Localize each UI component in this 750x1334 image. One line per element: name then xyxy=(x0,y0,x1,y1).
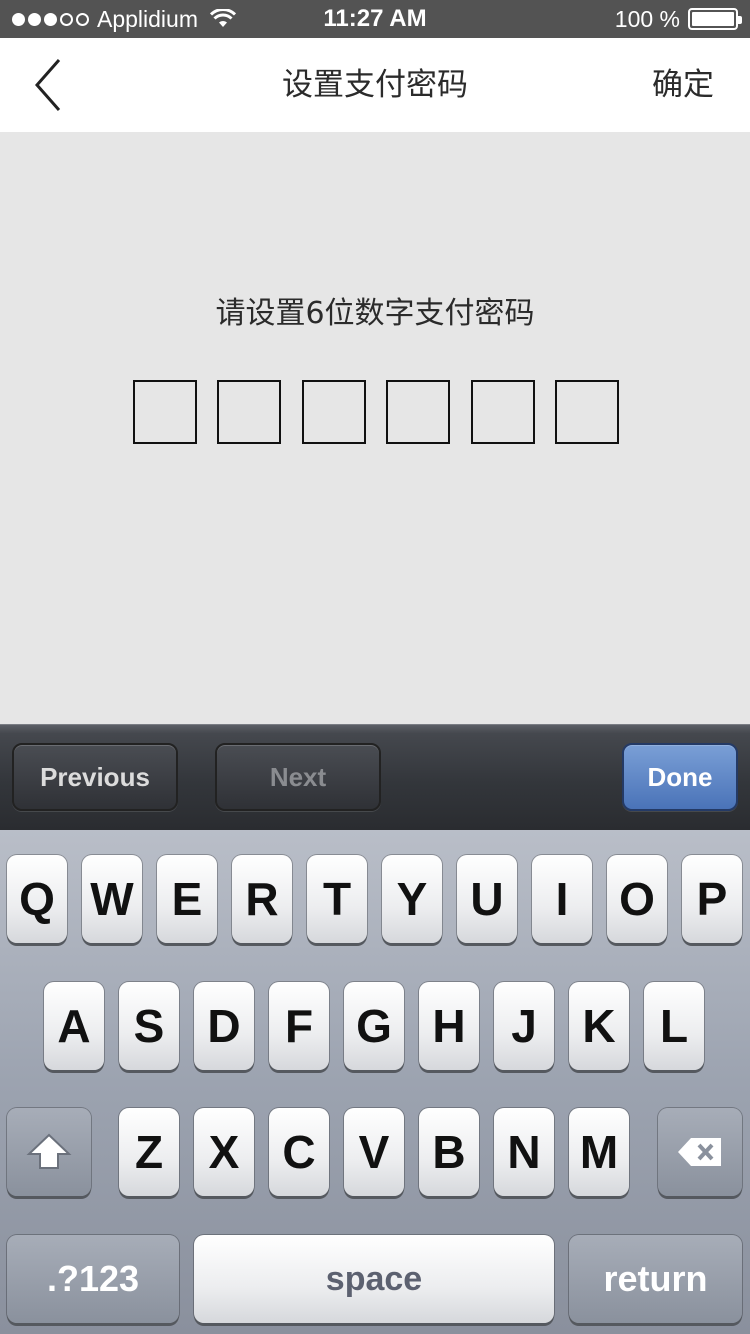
key-l[interactable]: L xyxy=(644,982,704,1070)
return-key[interactable]: return xyxy=(569,1235,742,1323)
battery-percent: 100 % xyxy=(614,5,680,32)
keyboard: Q W E R T Y U I O P A S D F G H J K L Z … xyxy=(0,830,750,1334)
key-g[interactable]: G xyxy=(344,982,404,1070)
carrier-name: Applidium xyxy=(97,5,198,32)
backspace-key[interactable] xyxy=(658,1108,742,1196)
key-d[interactable]: D xyxy=(194,982,254,1070)
battery-icon xyxy=(688,8,742,30)
shift-key[interactable] xyxy=(7,1108,91,1196)
key-p[interactable]: P xyxy=(682,855,742,943)
status-left: Applidium xyxy=(12,0,236,38)
password-prompt: 请设置6位数字支付密码 xyxy=(215,296,535,331)
key-u[interactable]: U xyxy=(457,855,517,943)
done-button[interactable]: Done xyxy=(622,743,738,811)
numbers-key[interactable]: .?123 xyxy=(7,1235,179,1323)
key-v[interactable]: V xyxy=(344,1108,404,1196)
keyboard-toolbar: Previous Next Done xyxy=(0,724,750,830)
key-x[interactable]: X xyxy=(194,1108,254,1196)
pin-digit-box[interactable] xyxy=(471,380,535,444)
pin-digit-box[interactable] xyxy=(555,380,619,444)
key-z[interactable]: Z xyxy=(119,1108,179,1196)
signal-strength-icon xyxy=(12,12,89,26)
page-title: 设置支付密码 xyxy=(282,67,468,103)
key-k[interactable]: K xyxy=(569,982,629,1070)
key-m[interactable]: M xyxy=(569,1108,629,1196)
key-r[interactable]: R xyxy=(232,855,292,943)
confirm-button[interactable]: 确定 xyxy=(652,38,714,132)
pin-input-group[interactable] xyxy=(133,380,619,444)
back-button[interactable] xyxy=(18,52,78,118)
key-a[interactable]: A xyxy=(44,982,104,1070)
next-button[interactable]: Next xyxy=(215,743,381,811)
previous-button[interactable]: Previous xyxy=(12,743,178,811)
key-o[interactable]: O xyxy=(607,855,667,943)
status-bar: Applidium 11:27 AM 100 % xyxy=(0,0,750,38)
status-right: 100 % xyxy=(614,0,742,38)
key-f[interactable]: F xyxy=(269,982,329,1070)
shift-arrow-icon xyxy=(26,1133,72,1169)
key-n[interactable]: N xyxy=(494,1108,554,1196)
key-b[interactable]: B xyxy=(419,1108,479,1196)
backspace-icon xyxy=(678,1138,721,1166)
pin-digit-box[interactable] xyxy=(386,380,450,444)
key-i[interactable]: I xyxy=(532,855,592,943)
key-t[interactable]: T xyxy=(307,855,367,943)
key-y[interactable]: Y xyxy=(382,855,442,943)
key-q[interactable]: Q xyxy=(7,855,67,943)
key-e[interactable]: E xyxy=(157,855,217,943)
key-s[interactable]: S xyxy=(119,982,179,1070)
space-key[interactable]: space xyxy=(194,1235,554,1323)
wifi-icon xyxy=(210,9,236,27)
nav-bar: 设置支付密码 确定 xyxy=(0,38,750,132)
pin-digit-box[interactable] xyxy=(217,380,281,444)
pin-digit-box[interactable] xyxy=(302,380,366,444)
key-h[interactable]: H xyxy=(419,982,479,1070)
pin-digit-box[interactable] xyxy=(133,380,197,444)
key-c[interactable]: C xyxy=(269,1108,329,1196)
chevron-left-icon xyxy=(35,59,61,111)
key-j[interactable]: J xyxy=(494,982,554,1070)
key-w[interactable]: W xyxy=(82,855,142,943)
